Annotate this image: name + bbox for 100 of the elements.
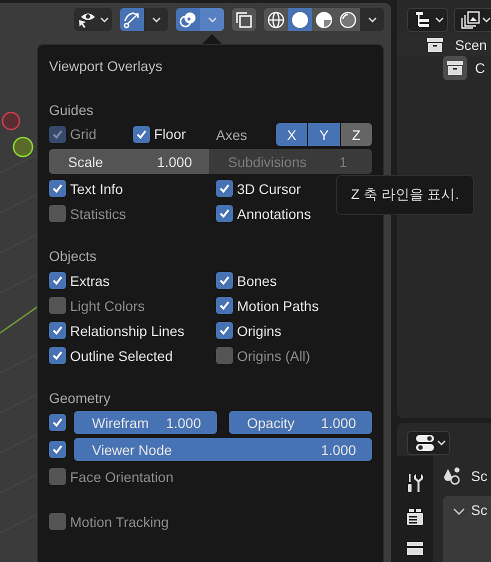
tooltip: Z 축 라인을 표시.	[336, 175, 474, 215]
checkbox-label: Floor	[154, 126, 186, 142]
checkmark-icon	[135, 128, 148, 140]
slider[interactable]: Opacity 1.000	[229, 411, 372, 434]
xray-toggle[interactable]	[232, 8, 256, 31]
axis-toggle[interactable]: X	[276, 123, 308, 146]
number-field[interactable]: Scale 1.000	[49, 149, 209, 174]
checkbox[interactable]	[216, 272, 233, 289]
axis-handle-icon[interactable]	[2, 112, 20, 130]
axes-label: Axes	[216, 126, 248, 142]
checkbox-label: Motion Paths	[237, 298, 319, 314]
checkbox[interactable]	[216, 205, 233, 222]
checkbox[interactable]	[133, 126, 150, 142]
axis-toggle[interactable]: Z	[340, 123, 372, 146]
checkbox-label: 3D Cursor	[237, 180, 301, 196]
checkmark-icon	[51, 416, 64, 429]
stacked-images-icon	[461, 11, 481, 29]
axis-toggle[interactable]: Y	[308, 123, 340, 146]
section-heading: Guides	[49, 101, 94, 120]
axis-handle-icon[interactable]	[12, 136, 34, 158]
panel-header[interactable]: Sc	[443, 496, 491, 562]
caret-icon	[435, 17, 444, 23]
checkbox[interactable]	[216, 297, 233, 314]
checkbox-label: Annotations	[237, 206, 311, 222]
visibility-menu-button[interactable]	[74, 8, 112, 31]
slider[interactable]: Viewer Node 1.000	[74, 438, 372, 461]
checkbox-label: Origins	[237, 322, 282, 338]
checkmark-icon	[218, 299, 231, 312]
arc-arrow-icon	[123, 10, 141, 28]
tree-item-label[interactable]: Scen	[455, 36, 487, 52]
printer-icon	[406, 541, 424, 555]
checkbox[interactable]	[49, 272, 66, 289]
caret-icon	[482, 17, 491, 23]
checkbox-label: Statistics	[70, 206, 126, 222]
checkbox[interactable]	[216, 347, 233, 364]
properties-tab[interactable]	[404, 539, 426, 557]
gizmo-toggle[interactable]	[120, 8, 144, 31]
section-heading: Geometry	[49, 389, 112, 408]
checkbox-label: Bones	[237, 272, 277, 288]
checkbox[interactable]	[49, 347, 66, 364]
checkbox-label: Relationship Lines	[70, 322, 184, 338]
caret-icon	[437, 440, 446, 446]
checkmark-icon	[218, 274, 231, 287]
caret-icon	[368, 16, 376, 22]
checkmark-icon	[51, 128, 64, 140]
checkmark-icon	[51, 274, 64, 287]
editor-type-button[interactable]	[407, 431, 450, 455]
caret-icon	[208, 16, 216, 22]
checkmark-icon	[218, 182, 231, 195]
checkbox-label: Light Colors	[70, 298, 145, 314]
checkbox-label: Outline Selected	[70, 348, 173, 364]
checkmark-icon	[51, 443, 64, 456]
display-mode-button[interactable]	[407, 8, 448, 32]
tree-item-label[interactable]: C	[475, 60, 486, 76]
checkbox[interactable]	[49, 513, 66, 530]
checkbox-label: Grid	[70, 126, 96, 142]
wireframe-shading-button[interactable]	[264, 8, 288, 31]
checkbox[interactable]	[49, 441, 66, 458]
overlapping-squares-icon	[235, 10, 253, 28]
checkbox[interactable]	[216, 180, 233, 197]
material-shading-button[interactable]	[312, 8, 336, 31]
caret-icon	[152, 16, 160, 22]
solid-shading-button[interactable]	[288, 8, 312, 31]
checkbox-label: Extras	[70, 272, 110, 288]
dropdown-button[interactable]	[144, 8, 168, 31]
checkbox[interactable]	[49, 180, 66, 197]
overlapping-circles-icon	[179, 10, 197, 28]
checkbox-label: Text Info	[70, 180, 123, 196]
filter-menu-button[interactable]	[454, 8, 491, 32]
checkbox-label: Origins (All)	[237, 348, 310, 364]
globe-icon	[267, 10, 285, 28]
checkbox[interactable]	[216, 322, 233, 339]
checkbox[interactable]	[49, 414, 66, 431]
toggles-icon	[414, 434, 436, 452]
checkbox[interactable]	[49, 205, 66, 222]
overlay-toggle[interactable]	[176, 8, 200, 31]
archive-box-icon	[426, 36, 444, 54]
rendered-shading-button[interactable]	[336, 8, 360, 31]
caret-icon	[100, 16, 109, 22]
checkbox-label: Motion Tracking	[70, 514, 169, 530]
chevron-icon	[453, 508, 465, 516]
checkbox[interactable]	[49, 322, 66, 339]
checkbox-label: Face Orientation	[70, 468, 174, 484]
checkbox[interactable]	[49, 297, 66, 314]
eye-cursor-icon	[77, 10, 97, 28]
checkmark-icon	[51, 324, 64, 337]
context-label: Sc	[471, 468, 488, 484]
camera-back-icon	[406, 507, 424, 527]
checkmark-icon	[218, 207, 231, 220]
shaded-sphere-icon	[315, 10, 333, 28]
screwdriver-wrench-icon	[406, 473, 424, 493]
checkmark-icon	[51, 182, 64, 195]
checkmark-icon	[218, 324, 231, 337]
section-heading: Objects	[49, 247, 98, 266]
solid-sphere-icon	[291, 10, 309, 28]
checkbox[interactable]	[49, 468, 66, 485]
dropdown-button[interactable]	[360, 8, 384, 31]
checkmark-icon	[51, 349, 64, 362]
archive-box-icon	[446, 58, 464, 76]
slider[interactable]: Wirefram 1.000	[74, 411, 217, 434]
